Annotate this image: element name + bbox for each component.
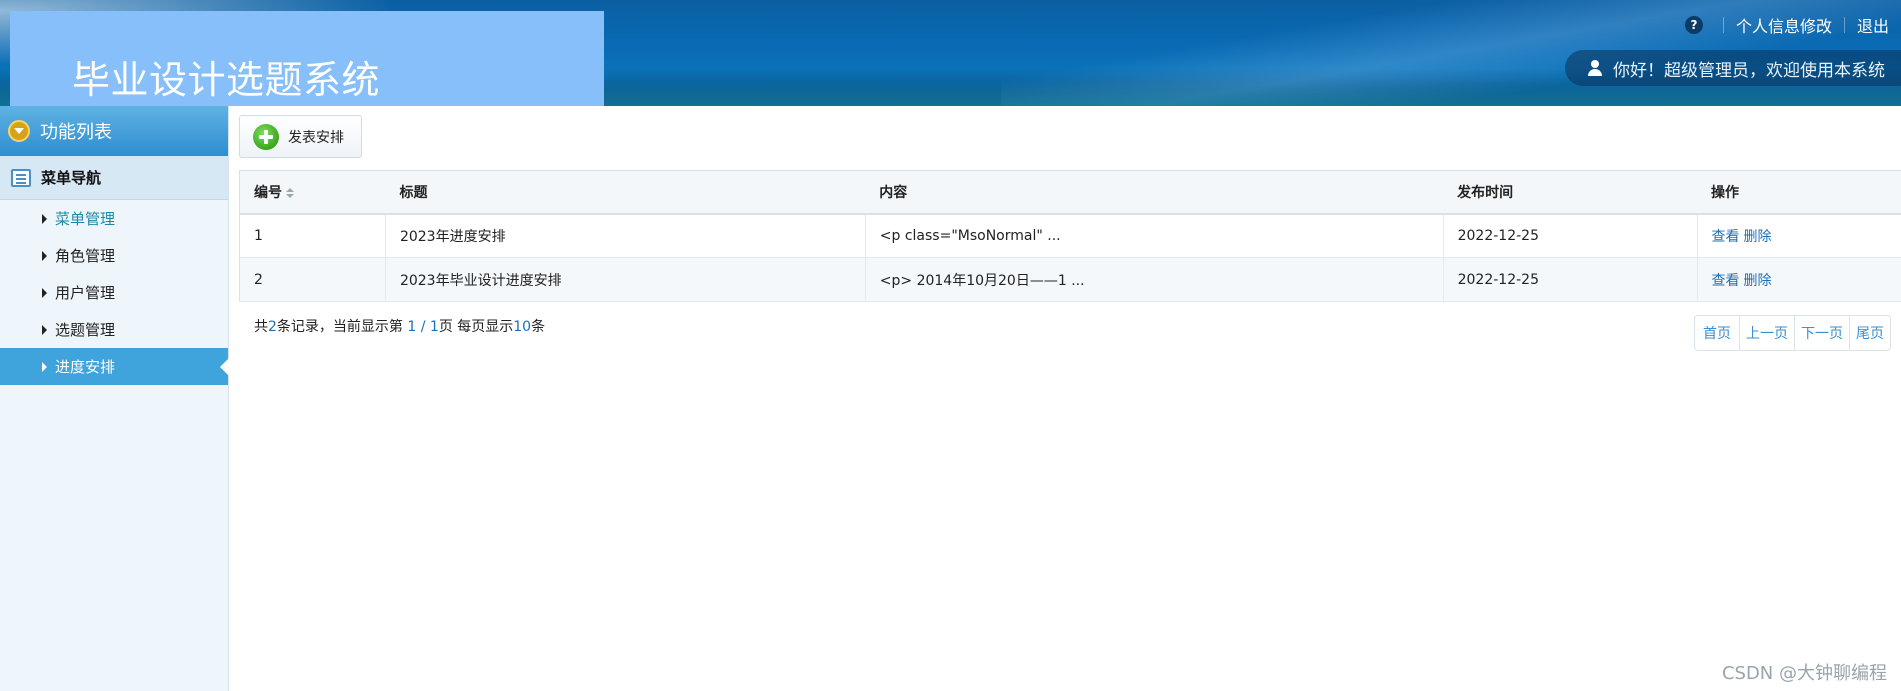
table-row: 1 2023年进度安排 <p class="MsoNormal" ... 202… bbox=[239, 213, 1901, 258]
sidebar-item-menu-management[interactable]: 菜单管理 bbox=[0, 200, 228, 237]
logout-link[interactable]: 退出 bbox=[1857, 13, 1889, 37]
cell-id: 1 bbox=[239, 213, 386, 258]
caret-right-icon bbox=[42, 287, 47, 298]
next-page-button[interactable]: 下一页 bbox=[1794, 316, 1849, 350]
top-header: 毕业设计选题系统 ? 个人信息修改 退出 你好！超级管理员，欢迎使用本系统 bbox=[0, 0, 1901, 106]
cell-title: 2023年毕业设计进度安排 bbox=[385, 257, 866, 302]
list-icon bbox=[11, 168, 31, 187]
chevron-down-icon bbox=[8, 120, 30, 142]
view-link[interactable]: 查看 bbox=[1712, 273, 1740, 289]
caret-right-icon bbox=[42, 361, 47, 372]
watermark: CSDN @大钟聊编程 bbox=[1721, 663, 1887, 684]
plus-icon bbox=[253, 123, 279, 150]
welcome-banner: 你好！超级管理员，欢迎使用本系统 bbox=[1565, 50, 1901, 86]
sidebar-item-schedule[interactable]: 进度安排 bbox=[0, 348, 229, 385]
add-schedule-label: 发表安排 bbox=[288, 129, 344, 146]
function-list-label: 功能列表 bbox=[40, 122, 112, 143]
cell-content: <p> 2014年10月20日——1 ... bbox=[865, 257, 1444, 302]
cell-content: <p class="MsoNormal" ... bbox=[865, 213, 1444, 258]
system-title: 毕业设计选题系统 bbox=[72, 58, 381, 102]
column-header-content: 内容 bbox=[865, 170, 1444, 215]
sidebar-item-label: 选题管理 bbox=[55, 321, 116, 339]
column-header-date: 发布时间 bbox=[1443, 170, 1698, 215]
record-summary: 共2条记录，当前显示第 1 / 1页 每页显示10条 bbox=[254, 319, 546, 335]
per-page-count: 10 bbox=[513, 319, 532, 335]
total-count: 2 bbox=[268, 319, 277, 335]
cell-date: 2022-12-25 bbox=[1443, 213, 1698, 258]
function-list-header[interactable]: 功能列表 bbox=[0, 106, 228, 156]
page-indicator: 1 / 1 bbox=[407, 319, 439, 335]
caret-right-icon bbox=[42, 213, 47, 224]
sort-icon[interactable] bbox=[286, 187, 294, 198]
divider bbox=[1843, 17, 1845, 33]
top-links: ? 个人信息修改 退出 bbox=[1684, 13, 1889, 37]
profile-edit-link[interactable]: 个人信息修改 bbox=[1736, 13, 1832, 37]
welcome-text: 你好！超级管理员，欢迎使用本系统 bbox=[1613, 60, 1885, 81]
column-header-id[interactable]: 编号 bbox=[239, 170, 386, 215]
main-content: 发表安排 编号 标题 内容 发布时间 操作 1 2023年进度安排 <p cla… bbox=[230, 106, 1901, 691]
table-header-row: 编号 标题 内容 发布时间 操作 bbox=[239, 170, 1901, 215]
column-header-actions: 操作 bbox=[1697, 170, 1901, 215]
first-page-button[interactable]: 首页 bbox=[1695, 316, 1739, 350]
schedule-table: 编号 标题 内容 发布时间 操作 1 2023年进度安排 <p class="M… bbox=[239, 170, 1901, 302]
add-schedule-button[interactable]: 发表安排 bbox=[239, 115, 362, 158]
title-box: 毕业设计选题系统 bbox=[10, 11, 604, 106]
sidebar-item-label: 菜单管理 bbox=[55, 210, 116, 228]
cell-actions: 查看 删除 bbox=[1697, 213, 1901, 258]
prev-page-button[interactable]: 上一页 bbox=[1739, 316, 1794, 350]
sidebar: 功能列表 菜单导航 菜单管理 角色管理 用户管理 选题管理 进度安排 bbox=[0, 106, 229, 691]
divider bbox=[1722, 17, 1724, 33]
sidebar-item-user-management[interactable]: 用户管理 bbox=[0, 274, 228, 311]
cell-title: 2023年进度安排 bbox=[385, 213, 866, 258]
view-link[interactable]: 查看 bbox=[1712, 229, 1740, 245]
delete-link[interactable]: 删除 bbox=[1744, 229, 1772, 245]
sidebar-item-label: 进度安排 bbox=[55, 358, 116, 376]
table-row: 2 2023年毕业设计进度安排 <p> 2014年10月20日——1 ... 2… bbox=[239, 257, 1901, 302]
delete-link[interactable]: 删除 bbox=[1744, 273, 1772, 289]
menu-nav-label: 菜单导航 bbox=[41, 169, 102, 187]
cell-date: 2022-12-25 bbox=[1443, 257, 1698, 302]
user-icon bbox=[1587, 60, 1603, 76]
menu-nav-header[interactable]: 菜单导航 bbox=[0, 156, 228, 200]
last-page-button[interactable]: 尾页 bbox=[1849, 316, 1890, 350]
help-icon[interactable]: ? bbox=[1684, 16, 1703, 34]
sidebar-menu: 菜单管理 角色管理 用户管理 选题管理 进度安排 bbox=[0, 200, 229, 385]
caret-right-icon bbox=[42, 250, 47, 261]
sidebar-item-label: 角色管理 bbox=[55, 247, 116, 265]
cell-id: 2 bbox=[239, 257, 386, 302]
cell-actions: 查看 删除 bbox=[1697, 257, 1901, 302]
sidebar-item-role-management[interactable]: 角色管理 bbox=[0, 237, 228, 274]
sidebar-item-label: 用户管理 bbox=[55, 284, 116, 302]
column-header-title: 标题 bbox=[385, 170, 866, 215]
sidebar-item-topic-management[interactable]: 选题管理 bbox=[0, 311, 228, 348]
pagination: 首页 上一页 下一页 尾页 bbox=[1694, 315, 1891, 351]
caret-right-icon bbox=[42, 324, 47, 335]
